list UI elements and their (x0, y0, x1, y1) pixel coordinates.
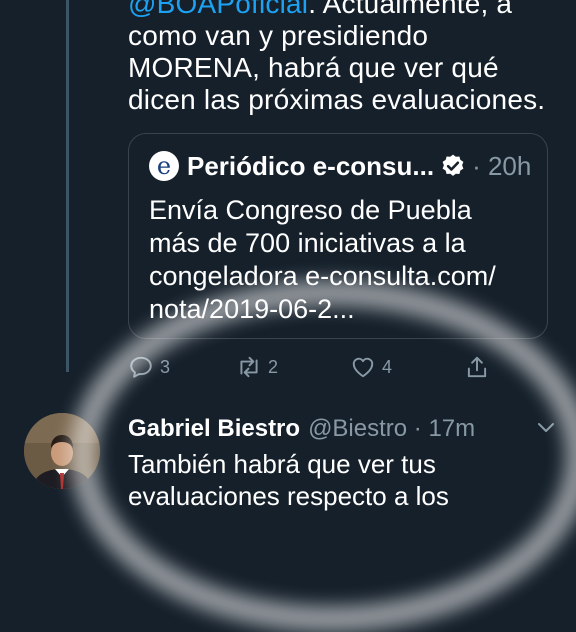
avatar[interactable] (24, 413, 100, 489)
reply-author-name[interactable]: Gabriel Biestro (128, 415, 300, 443)
quoted-tweet-text: Envía Congreso de Puebla más de 700 inic… (149, 195, 496, 324)
reply-count: 3 (160, 356, 171, 377)
retweet-button[interactable]: 2 (236, 354, 278, 380)
quoted-tweet-card[interactable]: e Periódico e-consu... · 20h Envía Congr… (128, 133, 548, 339)
e-consulta-logo-icon: e (149, 151, 179, 181)
svg-text:e: e (157, 152, 171, 180)
tweet-mention-link[interactable]: @BOAPoficial (128, 0, 308, 19)
avatar-photo-icon (24, 413, 100, 489)
like-count: 4 (382, 356, 393, 377)
reply-header: Gabriel Biestro @Biestro · 17m (128, 414, 475, 444)
reply-button[interactable]: 3 (128, 354, 170, 380)
tweet-text: @BOAPoficial. Actualmente, a como van y … (128, 0, 558, 116)
verified-badge-icon (442, 154, 464, 176)
reply-author-handle: @Biestro · 17m (308, 415, 476, 442)
like-button[interactable]: 4 (350, 354, 392, 380)
quoted-tweet-time: · 20h (472, 150, 532, 181)
chevron-down-icon[interactable] (536, 420, 556, 436)
heart-icon (352, 357, 374, 378)
quoted-tweet-header: e Periódico e-consu... · 20h (149, 150, 531, 182)
tweet-actions: 3 2 4 (128, 354, 508, 384)
retweet-icon (240, 356, 258, 378)
quoted-author-name: Periódico e-consu... (187, 150, 435, 181)
thread-line (66, 0, 69, 372)
reply-text: También habrá que ver tus evaluaciones r… (128, 449, 449, 511)
reply-icon (130, 356, 152, 378)
retweet-count: 2 (268, 356, 279, 377)
share-icon (467, 356, 487, 378)
share-button[interactable] (464, 354, 496, 380)
